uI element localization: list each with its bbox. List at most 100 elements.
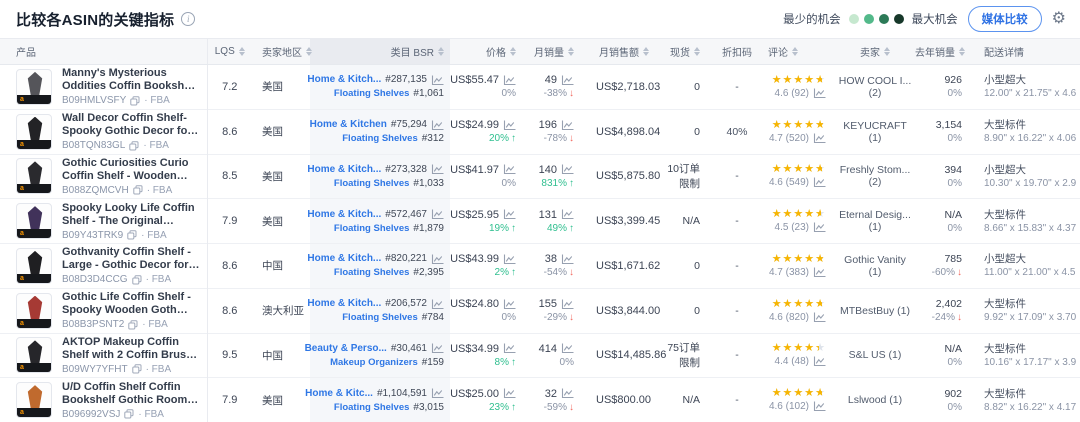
product-asin[interactable]: B09HMLVSFY [62,95,126,106]
trend-chart-icon[interactable] [813,312,826,323]
bsr-category-link[interactable]: Home & Kitch... [307,297,381,311]
trend-chart-icon[interactable] [561,120,574,131]
product-asin[interactable]: B096992VSJ [62,409,120,420]
product-image[interactable]: a [16,248,52,284]
trend-chart-icon[interactable] [561,388,574,399]
trend-chart-icon[interactable] [431,388,444,399]
col-header-last-year-sales[interactable]: 去年销量 [918,39,968,65]
col-header-monthly-revenue[interactable]: 月销售额 [580,39,655,65]
bsr-subcategory-link[interactable]: Floating Shelves [334,266,410,279]
product-image[interactable]: a [16,382,52,418]
gear-icon[interactable] [1052,11,1066,27]
trend-chart-icon[interactable] [503,388,516,399]
trend-chart-icon[interactable] [431,164,444,175]
product-image[interactable]: a [16,114,52,150]
product-title[interactable]: U/D Coffin Shelf Coffin Bookshelf Gothic… [62,381,201,407]
bsr-subcategory-link[interactable]: Floating Shelves [342,311,418,324]
trend-chart-icon[interactable] [813,267,826,278]
product-title[interactable]: Gothic Curiosities Curio Coffin Shelf - … [62,157,201,183]
copy-icon[interactable] [127,230,137,240]
trend-chart-icon[interactable] [813,356,826,367]
product-asin[interactable]: B09Y43TRK9 [62,230,123,241]
trend-chart-icon[interactable] [813,222,826,233]
bsr-category-link[interactable]: Home & Kitchen [310,118,387,132]
trend-chart-icon[interactable] [813,177,826,188]
copy-icon[interactable] [130,96,140,106]
product-asin[interactable]: B09WY7YFHT [62,364,128,375]
col-header-seller[interactable]: 卖家 [832,39,918,65]
bsr-subcategory-link[interactable]: Floating Shelves [334,401,410,414]
trend-chart-icon[interactable] [561,209,574,220]
trend-chart-icon[interactable] [431,120,444,131]
bsr-subcategory-link[interactable]: Floating Shelves [334,222,410,235]
product-image[interactable]: a [16,337,52,373]
product-image[interactable]: a [16,293,52,329]
trend-chart-icon[interactable] [561,299,574,310]
copy-icon[interactable] [133,185,143,195]
product-image[interactable]: a [16,158,52,194]
seller-cell[interactable]: Eternal Desig... (1) [832,199,918,244]
product-asin[interactable]: B08TQN83GL [62,140,125,151]
bsr-subcategory-link[interactable]: Makeup Organizers [330,356,418,369]
col-header-monthly-sales[interactable]: 月销量 [522,39,580,65]
seller-cell[interactable]: MTBestBuy (1) [832,288,918,333]
seller-cell[interactable]: Freshly Stom... (2) [832,154,918,199]
trend-chart-icon[interactable] [503,254,516,265]
trend-chart-icon[interactable] [503,299,516,310]
trend-chart-icon[interactable] [813,133,826,144]
col-header-region[interactable]: 卖家地区 [252,39,310,65]
trend-chart-icon[interactable] [813,88,826,99]
product-image[interactable]: a [16,203,52,239]
col-header-stock[interactable]: 现货 [655,39,712,65]
trend-chart-icon[interactable] [561,343,574,354]
info-icon[interactable] [181,12,195,26]
seller-cell[interactable]: HOW COOL I... (2) [832,65,918,110]
seller-cell[interactable]: KEYUCRAFT (1) [832,109,918,154]
col-header-bsr[interactable]: 类目 BSR [310,39,450,65]
bsr-category-link[interactable]: Home & Kitch... [307,73,381,87]
trend-chart-icon[interactable] [561,254,574,265]
col-header-lqs[interactable]: LQS [207,39,252,65]
trend-chart-icon[interactable] [561,164,574,175]
bsr-category-link[interactable]: Beauty & Perso... [305,342,387,356]
product-asin[interactable]: B08D3D4CCG [62,274,128,285]
copy-icon[interactable] [129,141,139,151]
bsr-category-link[interactable]: Home & Kitch... [307,252,381,266]
bsr-category-link[interactable]: Home & Kitch... [307,208,381,222]
product-title[interactable]: Manny's Mysterious Oddities Coffin Books… [62,67,201,93]
seller-cell[interactable]: Lslwood (1) [832,378,918,422]
trend-chart-icon[interactable] [561,75,574,86]
product-title[interactable]: Wall Decor Coffin Shelf- Spooky Gothic D… [62,112,201,138]
product-title[interactable]: Gothic Life Coffin Shelf - Spooky Wooden… [62,291,201,317]
trend-chart-icon[interactable] [431,75,444,86]
product-title[interactable]: Gothvanity Coffin Shelf - Large - Gothic… [62,246,201,272]
bsr-subcategory-link[interactable]: Floating Shelves [342,132,418,145]
copy-icon[interactable] [128,320,138,330]
copy-icon[interactable] [132,364,142,374]
trend-chart-icon[interactable] [503,209,516,220]
copy-icon[interactable] [132,275,142,285]
col-header-reviews[interactable]: 评论 [762,39,832,65]
trend-chart-icon[interactable] [813,401,826,412]
trend-chart-icon[interactable] [431,209,444,220]
seller-cell[interactable]: S&L US (1) [832,333,918,378]
seller-cell[interactable]: Gothic Vanity (1) [832,244,918,289]
col-header-price[interactable]: 价格 [450,39,522,65]
trend-chart-icon[interactable] [503,343,516,354]
product-title[interactable]: AKTOP Makeup Coffin Shelf with 2 Coffin … [62,336,201,362]
bsr-subcategory-link[interactable]: Floating Shelves [334,177,410,190]
copy-icon[interactable] [124,409,134,419]
trend-chart-icon[interactable] [503,164,516,175]
trend-chart-icon[interactable] [431,343,444,354]
trend-chart-icon[interactable] [503,75,516,86]
product-asin[interactable]: B08B3PSNT2 [62,319,124,330]
trend-chart-icon[interactable] [431,299,444,310]
trend-chart-icon[interactable] [431,254,444,265]
bsr-subcategory-link[interactable]: Floating Shelves [334,87,410,100]
product-image[interactable]: a [16,69,52,105]
bsr-category-link[interactable]: Home & Kitch... [307,163,381,177]
media-compare-button[interactable]: 媒体比较 [968,6,1042,32]
product-title[interactable]: Spooky Looky Life Coffin Shelf - The Ori… [62,202,201,228]
bsr-category-link[interactable]: Home & Kitc... [305,387,373,401]
trend-chart-icon[interactable] [503,120,516,131]
